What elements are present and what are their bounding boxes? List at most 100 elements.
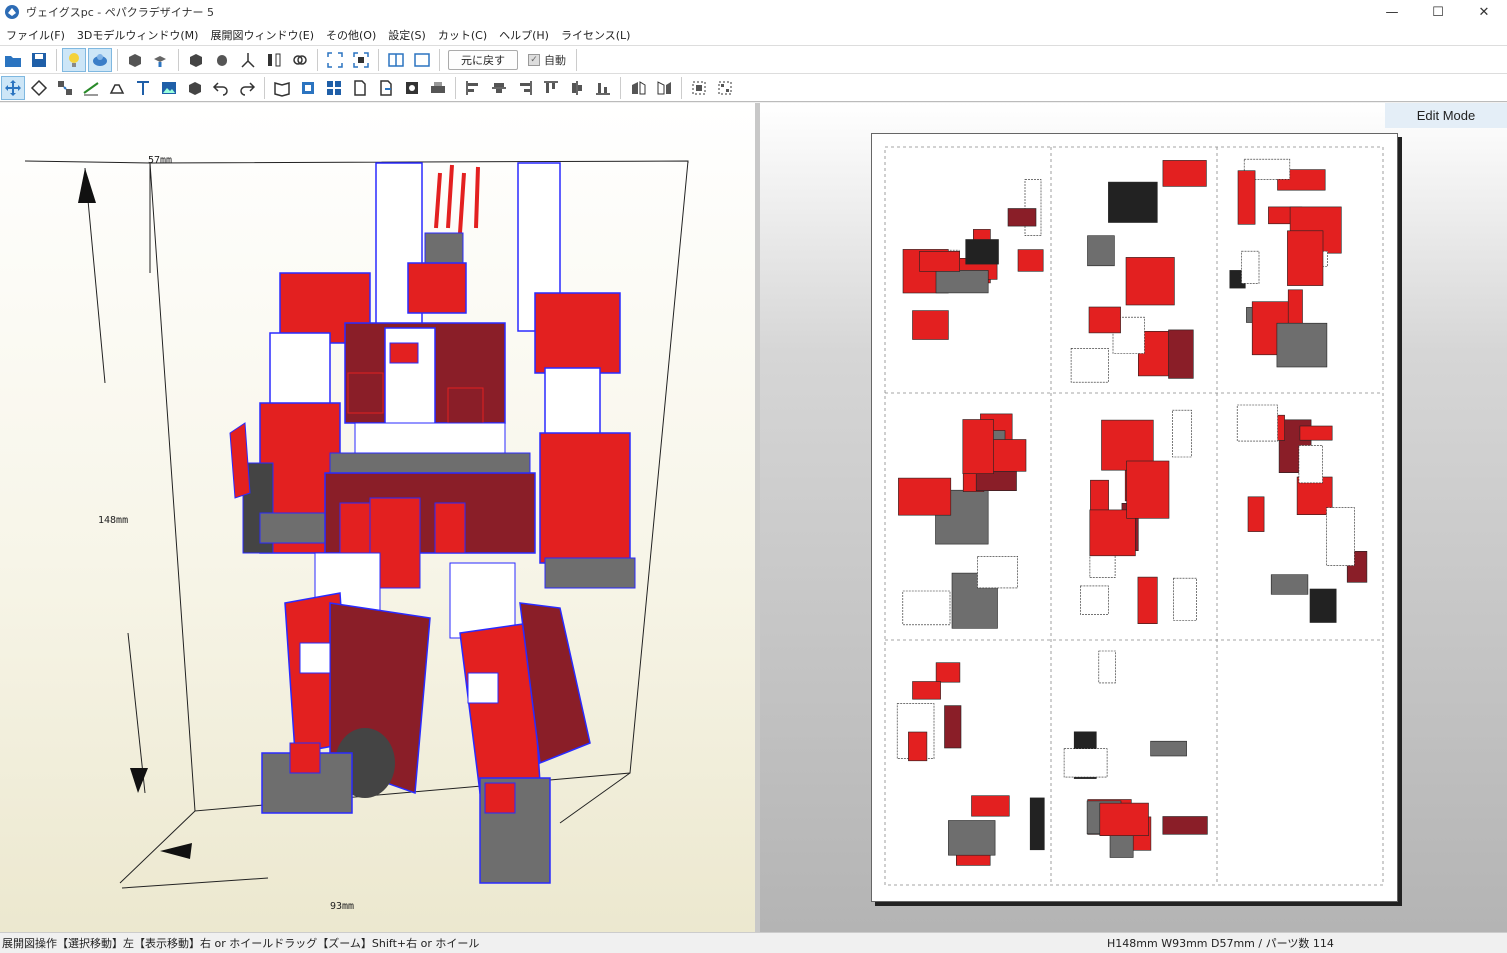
unfolded-part[interactable] <box>944 705 962 749</box>
mirror-icon[interactable] <box>262 48 286 72</box>
menu-other[interactable]: その他(O) <box>320 27 382 43</box>
fit-page-icon[interactable] <box>296 76 320 100</box>
menu-cut[interactable]: カット(C) <box>432 27 493 43</box>
unfolded-part[interactable] <box>1326 507 1355 566</box>
close-button[interactable]: ✕ <box>1461 0 1507 24</box>
flip-h-icon[interactable] <box>626 76 650 100</box>
unfolded-part[interactable] <box>898 477 952 516</box>
rotate-icon[interactable] <box>27 76 51 100</box>
grid-icon[interactable] <box>322 76 346 100</box>
unfolded-part[interactable] <box>1099 802 1149 836</box>
unfolded-part[interactable] <box>971 795 1010 817</box>
unfolded-part[interactable] <box>1173 577 1198 621</box>
maximize-button[interactable]: ☐ <box>1415 0 1461 24</box>
print-preview-icon[interactable] <box>400 76 424 100</box>
page-icon[interactable] <box>348 76 372 100</box>
select-move-icon[interactable] <box>1 75 25 100</box>
unfolded-part[interactable] <box>1126 460 1170 519</box>
unfolded-part[interactable] <box>1063 748 1108 778</box>
menu-license[interactable]: ライセンス(L) <box>555 27 637 43</box>
edit-3d-icon[interactable] <box>123 48 147 72</box>
open-icon[interactable] <box>1 48 25 72</box>
unfolded-part[interactable] <box>902 590 951 626</box>
unfolded-part[interactable] <box>1098 650 1116 684</box>
align-middle-icon[interactable] <box>565 76 589 100</box>
align-right-icon[interactable] <box>513 76 537 100</box>
unfolded-part[interactable] <box>935 662 961 683</box>
unfolded-part[interactable] <box>1287 230 1324 286</box>
text-icon[interactable] <box>131 76 155 100</box>
save-icon[interactable] <box>27 48 51 72</box>
unfolded-part[interactable] <box>1236 404 1278 442</box>
menu-unfold-window[interactable]: 展開図ウィンドウ(E) <box>204 27 320 43</box>
align-bottom-icon[interactable] <box>591 76 615 100</box>
unfolded-part[interactable] <box>1029 797 1045 851</box>
align-left-icon[interactable] <box>461 76 485 100</box>
unfolded-part[interactable] <box>1270 574 1309 595</box>
unfolded-part[interactable] <box>1168 329 1194 379</box>
split-view-icon[interactable] <box>384 48 408 72</box>
unfolded-part[interactable] <box>1172 409 1192 458</box>
unfolded-part[interactable] <box>1237 170 1256 225</box>
cylinder-icon[interactable] <box>210 48 234 72</box>
align-top-icon[interactable] <box>539 76 563 100</box>
single-view-icon[interactable] <box>410 48 434 72</box>
unfolded-part[interactable] <box>912 681 941 700</box>
align-center-icon[interactable] <box>487 76 511 100</box>
unfolded-part[interactable] <box>1087 235 1115 267</box>
fit-icon[interactable] <box>323 48 347 72</box>
unfolded-part[interactable] <box>1090 479 1109 513</box>
unfold-2d-view[interactable]: Edit Mode <box>760 103 1507 932</box>
unfolded-part[interactable] <box>1247 496 1265 532</box>
flip-v-icon[interactable] <box>652 76 676 100</box>
texture-icon[interactable] <box>88 47 112 72</box>
unfolded-part[interactable] <box>1088 306 1121 334</box>
book-icon[interactable] <box>270 76 294 100</box>
unfolded-part[interactable] <box>1162 160 1207 187</box>
unfolded-part[interactable] <box>1150 740 1187 757</box>
minimize-button[interactable]: — <box>1369 0 1415 24</box>
unfolded-part[interactable] <box>1241 250 1260 284</box>
cube-icon[interactable] <box>183 76 207 100</box>
unfolded-part[interactable] <box>1125 257 1175 306</box>
unfolded-part[interactable] <box>962 419 994 475</box>
box-icon[interactable] <box>184 48 208 72</box>
unfolded-part[interactable] <box>1298 445 1323 484</box>
unfolded-part[interactable] <box>948 820 996 856</box>
menu-settings[interactable]: 設定(S) <box>382 27 432 43</box>
fold-line-icon[interactable] <box>79 76 103 100</box>
link-icon[interactable] <box>288 48 312 72</box>
join-edge-icon[interactable] <box>53 76 77 100</box>
menu-3d-window[interactable]: 3Dモデルウィンドウ(M) <box>71 27 205 43</box>
flap-icon[interactable] <box>105 76 129 100</box>
unfolded-part[interactable] <box>1309 588 1337 623</box>
unfolded-part[interactable] <box>965 239 999 265</box>
undo-button[interactable]: 元に戻す <box>448 49 518 70</box>
ungroup-icon[interactable] <box>713 76 737 100</box>
fit-select-icon[interactable] <box>349 48 373 72</box>
model-3d-view[interactable]: 57mm 148mm 93mm <box>0 103 755 932</box>
axis-icon[interactable] <box>236 48 260 72</box>
group-icon[interactable] <box>687 76 711 100</box>
unfolded-part[interactable] <box>1017 249 1044 272</box>
unfolded-part[interactable] <box>1007 208 1037 227</box>
print-icon[interactable] <box>426 76 450 100</box>
image-icon[interactable] <box>157 76 181 100</box>
unfolded-part[interactable] <box>1070 348 1109 383</box>
unfolded-part[interactable] <box>908 731 928 762</box>
redo-icon[interactable] <box>235 76 259 100</box>
menu-help[interactable]: ヘルプ(H) <box>493 27 555 43</box>
undo-icon[interactable] <box>209 76 233 100</box>
export-icon[interactable] <box>374 76 398 100</box>
unfolded-part[interactable] <box>1299 425 1333 441</box>
unfolded-part[interactable] <box>1162 816 1208 835</box>
menu-file[interactable]: ファイル(F) <box>0 27 71 43</box>
unfolded-part[interactable] <box>912 310 949 340</box>
unfolded-part[interactable] <box>1080 585 1109 615</box>
join-icon[interactable] <box>149 48 173 72</box>
unfolded-part[interactable] <box>977 555 1018 589</box>
unfolded-part[interactable] <box>919 251 960 272</box>
auto-checkbox[interactable]: ✓ 自動 <box>528 52 566 68</box>
unfolded-part[interactable] <box>1276 322 1328 368</box>
unfolded-part[interactable] <box>1137 576 1158 625</box>
